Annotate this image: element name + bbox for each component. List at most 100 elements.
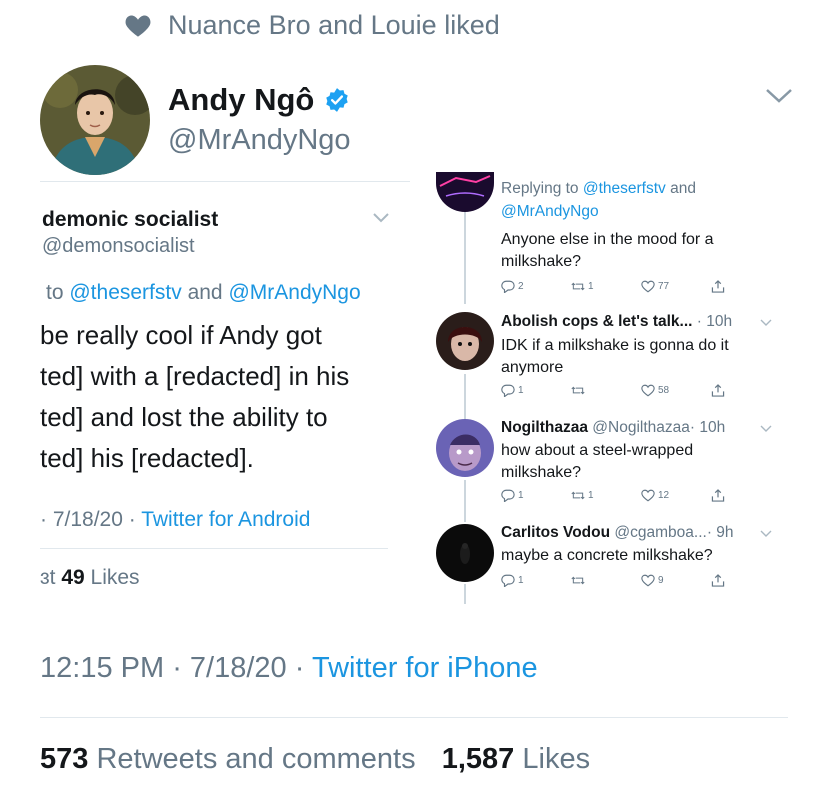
left-tweet-likes-count: 49	[61, 566, 85, 589]
retweet-count: 1	[588, 281, 594, 292]
reply-count: 1	[518, 575, 524, 586]
reply-text: IDK if a milkshake is gonna do it anymor…	[501, 337, 729, 376]
reply-count: 1	[518, 490, 524, 501]
like-count: 12	[658, 490, 670, 501]
chevron-down-icon	[760, 425, 772, 432]
reply-header: Abolish cops & let's talk... · 10h	[501, 313, 732, 331]
reply-author-handle: @cgamboa...	[614, 524, 707, 541]
share-icon	[711, 574, 725, 587]
reply-text: Anyone else in the mood for a milkshake?	[501, 231, 714, 270]
like-count: 77	[658, 281, 670, 292]
avatar	[436, 312, 494, 370]
reply-actions: 1 9	[501, 574, 781, 587]
reply-text: how about a steel-wrapped milkshake?	[501, 442, 694, 481]
reply-context: Replying to @theserfstv and	[501, 180, 696, 198]
thread-line	[464, 374, 466, 419]
social-context-text: Nuance Bro and Louie liked	[168, 9, 500, 40]
retweet-icon	[571, 491, 585, 500]
chevron-down-icon	[760, 319, 772, 326]
avatar	[436, 524, 494, 582]
tweet-time[interactable]: 12:15 PM	[40, 652, 164, 684]
chevron-down-icon	[760, 530, 772, 537]
divider	[40, 548, 388, 549]
avatar	[436, 419, 494, 477]
author-name-row[interactable]: Andy Ngô	[168, 82, 350, 118]
left-tweet-body: be really cool if Andy got ted] with a […	[40, 315, 400, 479]
like-icon	[641, 574, 655, 587]
left-tweet-line: ted] and lost the ability to	[40, 402, 328, 432]
avatar-illustration	[40, 65, 150, 175]
reply-actions: 1 1 12	[501, 489, 781, 502]
reply-icon	[501, 574, 515, 587]
reply-author-name: Carlitos Vodou	[501, 524, 611, 541]
thread-line	[464, 584, 466, 604]
left-tweet-meta: · 7/18/20 · Twitter for Android	[40, 508, 310, 532]
author-name[interactable]: Andy Ngô	[168, 82, 314, 118]
avatar[interactable]	[40, 65, 150, 175]
author-handle[interactable]: @MrAndyNgo	[168, 124, 351, 157]
left-tweet-line: ted] his [redacted].	[40, 443, 254, 473]
left-tweet-author-handle: @demonsocialist	[42, 235, 195, 257]
social-context: Nuance Bro and Louie liked	[124, 8, 500, 42]
share-icon	[711, 280, 725, 293]
avatar-illustration	[436, 172, 494, 212]
reply-header: Carlitos Vodou @cgamboa...· 9h	[501, 524, 734, 542]
reply-mention: @theserfstv	[582, 180, 666, 197]
reply-mention: @MrAndyNgo	[228, 281, 361, 304]
divider	[40, 717, 788, 718]
tweet-date[interactable]: 7/18/20	[190, 652, 287, 684]
retweet-count: 1	[588, 490, 594, 501]
likes-count[interactable]: 1,587	[442, 743, 515, 775]
likes-label[interactable]: Likes	[522, 743, 590, 775]
left-tweet-likes-label: Likes	[90, 566, 140, 589]
left-tweet-likes-prefix: ɜt	[40, 566, 56, 589]
tweet-stats: 573 Retweets and comments 1,587 Likes	[40, 743, 590, 776]
reply-time: · 9h	[706, 524, 734, 541]
reply-mention: @theserfstv	[69, 281, 182, 304]
reply-and: and	[187, 281, 223, 304]
reply-time: · 10h	[696, 313, 733, 330]
left-tweet-author-name: demonic socialist	[42, 208, 219, 231]
reply-count: 2	[518, 281, 524, 292]
chevron-down-icon[interactable]	[764, 86, 794, 106]
reply-prefix: Replying to	[501, 180, 579, 197]
retweets-label[interactable]: Retweets and comments	[96, 743, 415, 775]
like-icon	[641, 384, 655, 397]
reply-mention: @MrAndyNgo	[501, 203, 599, 220]
like-count: 58	[658, 385, 670, 396]
reply-actions: 2 1 77	[501, 280, 781, 293]
like-count: 9	[658, 575, 664, 586]
chevron-down-icon	[373, 213, 389, 223]
share-icon	[711, 384, 725, 397]
reply-actions: 1 58	[501, 384, 781, 397]
retweets-count[interactable]: 573	[40, 743, 88, 775]
reply-author-handle: @Nogilthazaa	[592, 419, 690, 436]
left-tweet-line: ted] with a [redacted] in his	[40, 361, 350, 391]
like-icon	[641, 489, 655, 502]
reply-icon	[501, 280, 515, 293]
tweet-meta: 12:15 PM · 7/18/20 · Twitter for iPhone	[40, 652, 538, 684]
share-icon	[711, 489, 725, 502]
verified-badge-icon	[326, 88, 349, 112]
left-tweet-source: Twitter for Android	[141, 508, 311, 531]
left-tweet-reply-context: to @theserfstv and @MrAndyNgo	[46, 281, 361, 305]
heart-icon	[125, 15, 151, 37]
reply-icon	[501, 384, 515, 397]
avatar	[436, 172, 494, 212]
reply-header: Nogilthazaa @Nogilthazaa· 10h	[501, 419, 725, 437]
avatar-illustration	[436, 419, 494, 477]
left-tweet-date: · 7/18/20 ·	[40, 508, 136, 531]
avatar-illustration	[436, 524, 494, 582]
left-tweet-likes: ɜt 49 Likes	[40, 566, 140, 590]
like-icon	[641, 280, 655, 293]
reply-count: 1	[518, 385, 524, 396]
retweet-icon	[571, 576, 585, 585]
retweet-icon	[571, 386, 585, 395]
tweet-source-link[interactable]: Twitter for iPhone	[312, 652, 538, 684]
reply-text: maybe a concrete milkshake?	[501, 547, 713, 564]
reply-icon	[501, 489, 515, 502]
left-tweet-line: be really cool if Andy got	[40, 320, 322, 350]
reply-author-name: Abolish cops & let's talk...	[501, 313, 693, 330]
avatar-illustration	[436, 312, 494, 370]
reply-author-name: Nogilthazaa	[501, 419, 588, 436]
